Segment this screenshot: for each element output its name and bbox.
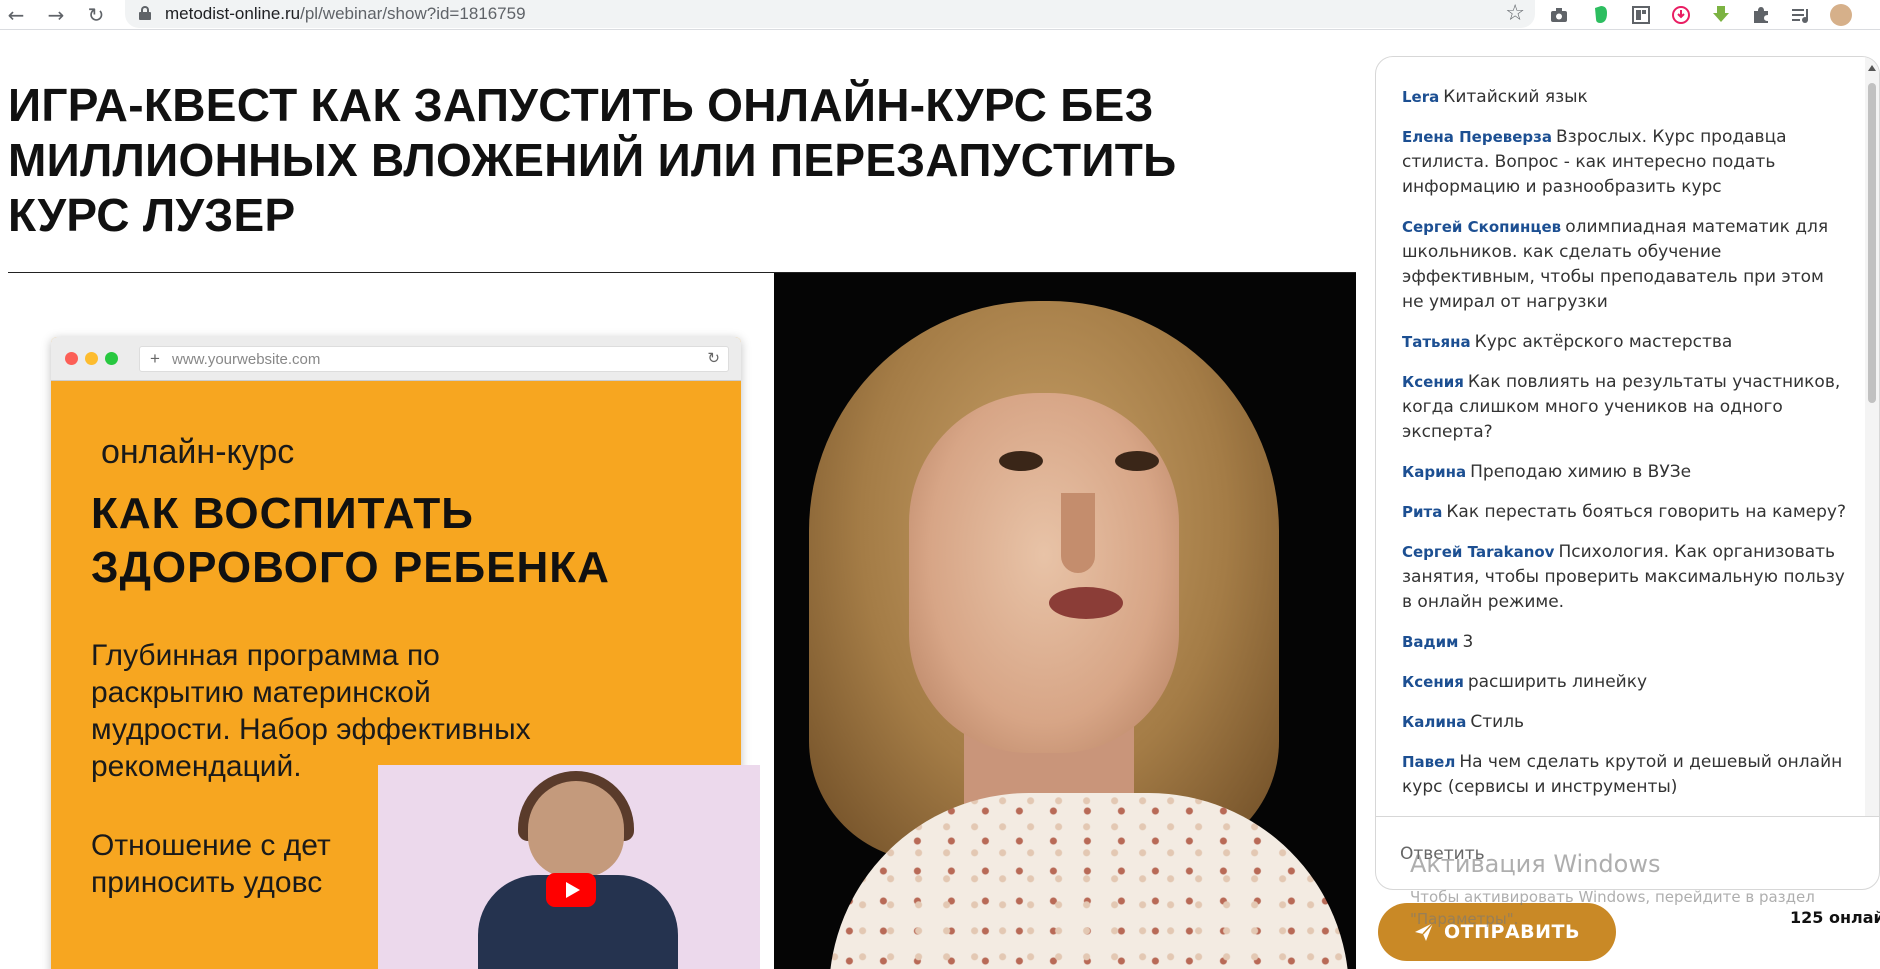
chat-panel: Lera Китайский язык Елена Переверза Взрослы… bbox=[1375, 56, 1880, 890]
extension-square-icon[interactable] bbox=[1630, 4, 1652, 26]
mockup-maximize-dot bbox=[105, 352, 118, 365]
chat-message-text: Преподаю химию в ВУЗе bbox=[1470, 462, 1692, 482]
chat-scrollbar[interactable] bbox=[1865, 57, 1879, 817]
mockup-refresh-icon: ↻ bbox=[707, 349, 720, 367]
chat-messages[interactable]: Lera Китайский язык Елена Переверза Взрослы… bbox=[1376, 57, 1866, 817]
chat-message-author[interactable]: Вадим bbox=[1402, 633, 1458, 651]
back-arrow-icon[interactable]: ← bbox=[4, 3, 28, 27]
slide-body-line-3: мудрости. Набор эффективных bbox=[91, 713, 531, 746]
mockup-close-dot bbox=[65, 352, 78, 365]
slide-body-line-2: раскрытию материнской bbox=[91, 676, 431, 709]
slide-label: онлайн-курс bbox=[101, 433, 295, 471]
url-text[interactable]: metodist-online.ru/pl/webinar/show?id=18… bbox=[165, 4, 526, 24]
watermark-subtitle: Чтобы активировать Windows, перейдите в … bbox=[1410, 888, 1815, 928]
chat-scrollbar-thumb[interactable] bbox=[1868, 83, 1876, 403]
speaker-nose bbox=[1061, 493, 1095, 573]
chat-message: Павел На чем сделать крутой и дешевый онл… bbox=[1402, 750, 1848, 800]
speaker-right-eye bbox=[1115, 451, 1159, 471]
profile-avatar-icon[interactable] bbox=[1830, 4, 1852, 26]
chat-message-text: Как перестать бояться говорить на камеру… bbox=[1446, 502, 1847, 522]
slide-video-thumbnail[interactable] bbox=[378, 765, 760, 969]
chat-message: Рита Как перестать бояться говорить на ка… bbox=[1402, 500, 1848, 525]
chat-message-text: Китайский язык bbox=[1443, 87, 1588, 107]
chat-message-author[interactable]: Сергей Скопинцев bbox=[1402, 218, 1561, 236]
download-arrow-icon[interactable] bbox=[1710, 4, 1732, 26]
camera-icon[interactable] bbox=[1548, 4, 1570, 26]
download-circle-icon[interactable] bbox=[1670, 4, 1692, 26]
slide-description: Глубинная программа по раскрытию материн… bbox=[91, 637, 691, 785]
url-path: /pl/webinar/show?id=1816759 bbox=[300, 4, 526, 23]
lock-icon bbox=[139, 6, 151, 20]
browser-toolbar: ← → ↻ metodist-online.ru/pl/webinar/show… bbox=[0, 0, 1880, 30]
media-playlist-icon[interactable] bbox=[1790, 4, 1812, 26]
reply-divider bbox=[1376, 816, 1879, 817]
address-bar[interactable]: metodist-online.ru/pl/webinar/show?id=18… bbox=[125, 0, 1535, 28]
forward-arrow-icon[interactable]: → bbox=[44, 3, 68, 27]
chat-message-author[interactable]: Татьяна bbox=[1402, 333, 1471, 351]
speaker-left-eye bbox=[999, 451, 1043, 471]
chat-message-author[interactable]: Карина bbox=[1402, 463, 1466, 481]
chat-message: Сергей Скопинцев олимпиадная математик дл… bbox=[1402, 215, 1848, 315]
url-host: metodist-online.ru bbox=[165, 4, 301, 23]
chat-message-text: Курс актёрского мастерства bbox=[1474, 332, 1733, 352]
youtube-play-icon[interactable] bbox=[546, 873, 596, 907]
chat-message-author[interactable]: Елена Переверза bbox=[1402, 128, 1552, 146]
windows-activation-watermark: Активация Windows Чтобы активировать Win… bbox=[1410, 850, 1870, 930]
chat-message-text: Как повлиять на результаты участников, к… bbox=[1402, 372, 1841, 442]
slide-headline-line-2: ЗДОРОВОГО РЕБЕНКА bbox=[91, 543, 610, 592]
chat-message-author[interactable]: Павел bbox=[1402, 753, 1455, 771]
chat-message-text: На чем сделать крутой и дешевый онлайн к… bbox=[1402, 752, 1843, 797]
thumbnail-person-head bbox=[528, 781, 624, 877]
webinar-video[interactable]: + www.yourwebsite.com ↻ онлайн-курс КАК … bbox=[9, 273, 1356, 969]
chat-message: Татьяна Курс актёрского мастерства bbox=[1402, 330, 1848, 355]
chat-message-author[interactable]: Калина bbox=[1402, 713, 1466, 731]
chat-message-author[interactable]: Рита bbox=[1402, 503, 1442, 521]
chat-message: Ксения расширить линейку bbox=[1402, 670, 1848, 695]
chat-message: Калина Стиль bbox=[1402, 710, 1848, 735]
chat-message: Карина Преподаю химию в ВУЗе bbox=[1402, 460, 1848, 485]
chat-message-author[interactable]: Ксения bbox=[1402, 673, 1464, 691]
speaker-face bbox=[909, 393, 1179, 753]
mockup-title-bar: + www.yourwebsite.com ↻ bbox=[51, 337, 741, 381]
scroll-up-arrow-icon[interactable] bbox=[1868, 65, 1876, 71]
chat-message-text: расширить линейку bbox=[1467, 672, 1648, 692]
chat-message-author[interactable]: Ксения bbox=[1402, 373, 1464, 391]
mockup-minimize-dot bbox=[85, 352, 98, 365]
chat-message: Lera Китайский язык bbox=[1402, 85, 1848, 110]
watermark-title: Активация Windows bbox=[1410, 850, 1661, 878]
slide-body-line-1: Глубинная программа по bbox=[91, 639, 440, 672]
chat-message-author[interactable]: Сергей Tarakanov bbox=[1402, 543, 1554, 561]
slide-headline: КАК ВОСПИТАТЬ ЗДОРОВОГО РЕБЕНКА bbox=[91, 487, 610, 595]
page-title: ИГРА-КВЕСТ КАК ЗАПУСТИТЬ ОНЛАЙН-КУРС БЕЗ… bbox=[8, 79, 1177, 241]
chat-message-text: 3 bbox=[1462, 632, 1474, 652]
chat-message: Вадим 3 bbox=[1402, 630, 1848, 655]
bookmark-star-icon[interactable]: ☆ bbox=[1505, 1, 1525, 26]
slide-headline-line-1: КАК ВОСПИТАТЬ bbox=[91, 489, 474, 538]
chat-message: Елена Переверза Взрослых. Курс продавца с… bbox=[1402, 125, 1848, 200]
evernote-icon[interactable] bbox=[1590, 4, 1612, 26]
chat-message-author[interactable]: Lera bbox=[1402, 88, 1439, 106]
speaker-mouth bbox=[1049, 587, 1123, 619]
mockup-url-bar: + www.yourwebsite.com ↻ bbox=[139, 346, 729, 372]
reload-icon[interactable]: ↻ bbox=[84, 3, 108, 27]
chat-message: Ксения Как повлиять на результаты участни… bbox=[1402, 370, 1848, 445]
puzzle-extensions-icon[interactable] bbox=[1750, 4, 1772, 26]
chat-message: Сергей Tarakanov Психология. Как организо… bbox=[1402, 540, 1848, 615]
mockup-url-text: www.yourwebsite.com bbox=[172, 351, 321, 368]
chat-message-text: Стиль bbox=[1470, 712, 1525, 732]
mockup-plus-icon: + bbox=[150, 349, 160, 368]
